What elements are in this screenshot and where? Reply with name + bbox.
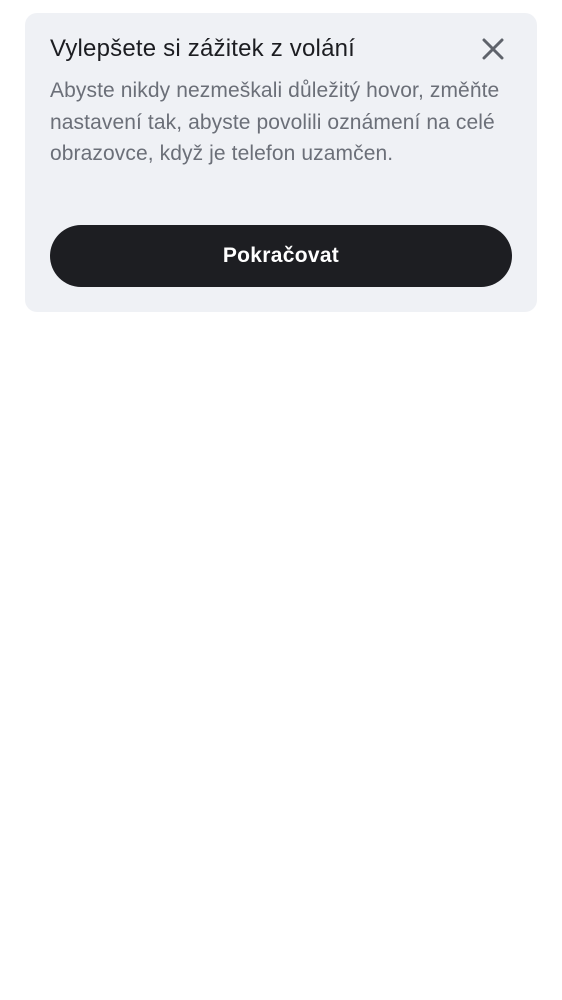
call-experience-card: Vylepšete si zážitek z volání Abyste nik…	[25, 13, 537, 312]
card-title: Vylepšete si zážitek z volání	[50, 35, 356, 62]
card-description: Abyste nikdy nezmeškali důležitý hovor, …	[50, 79, 500, 165]
close-icon	[482, 38, 504, 60]
close-button[interactable]	[475, 31, 511, 67]
continue-button[interactable]: Pokračovat	[50, 225, 512, 287]
